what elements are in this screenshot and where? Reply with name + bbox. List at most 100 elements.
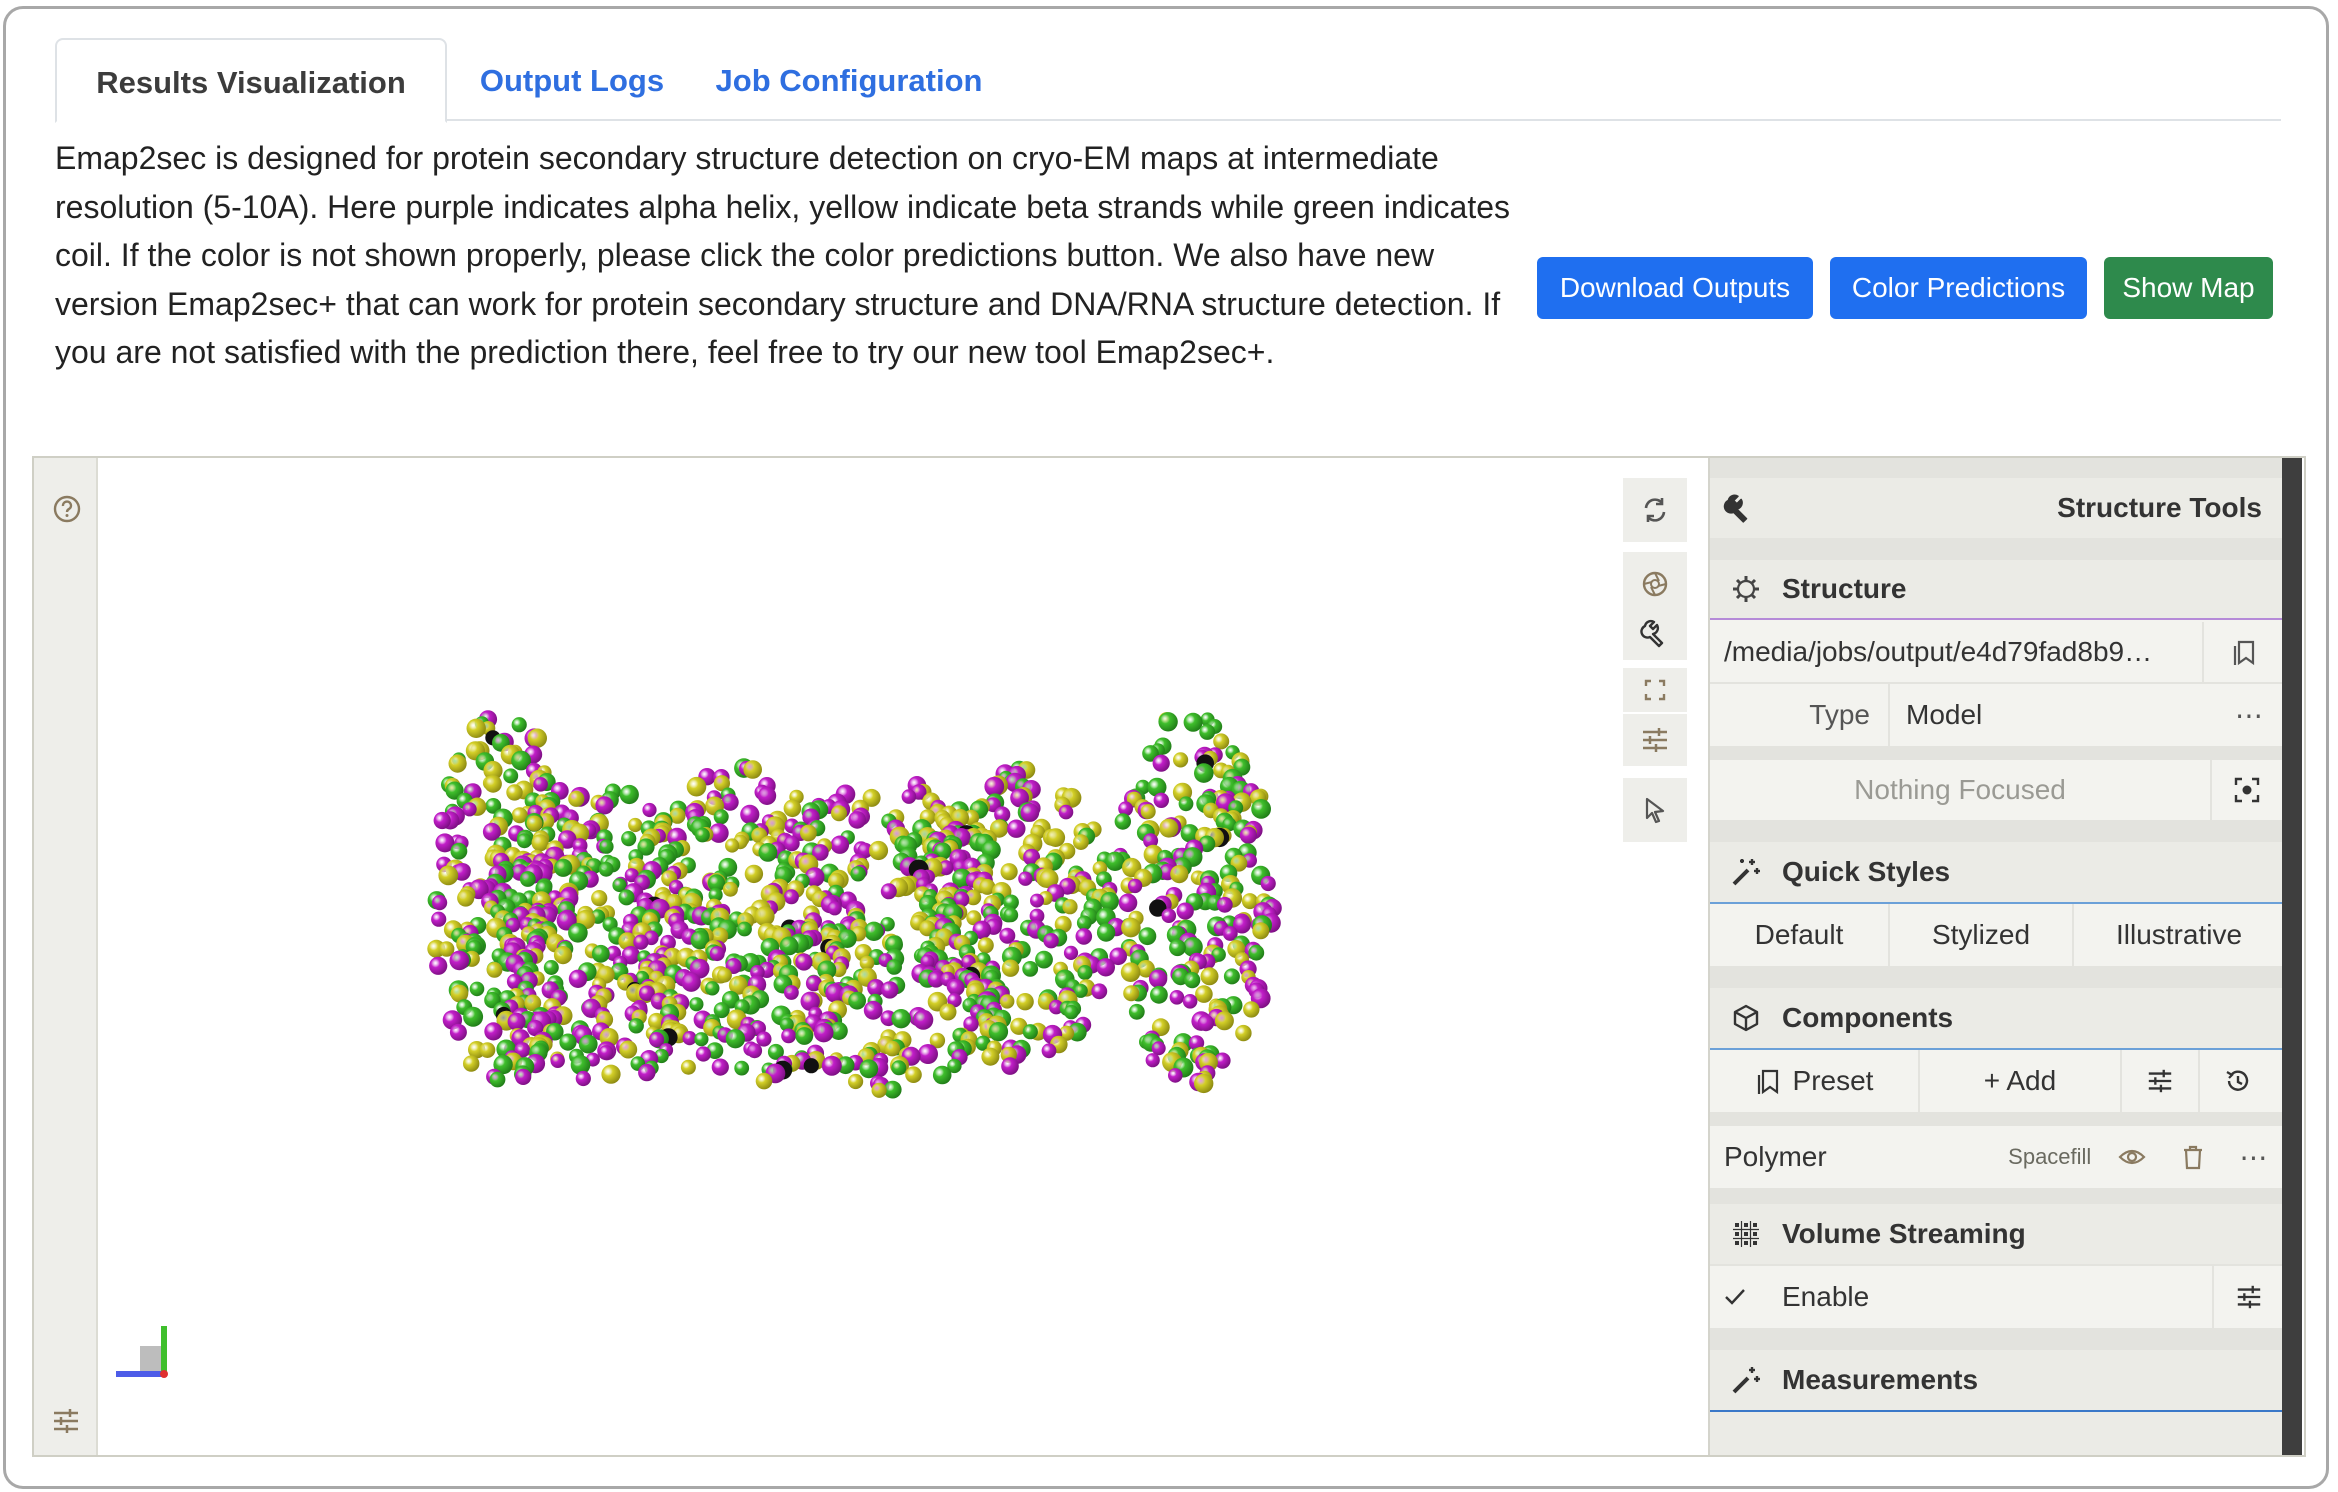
atom-sphere [863, 1000, 883, 1020]
atom-sphere [918, 1044, 938, 1064]
atom-sphere [1128, 1003, 1145, 1020]
atom-sphere [694, 1032, 709, 1047]
color-predictions-button[interactable]: Color Predictions [1830, 257, 2087, 319]
atom-sphere [1043, 933, 1059, 949]
more-options-icon[interactable]: ⋯ [2223, 1126, 2284, 1188]
atom-sphere [783, 835, 800, 852]
atom-sphere [433, 811, 451, 830]
atom-sphere [695, 1046, 712, 1062]
atom-sphere [1216, 896, 1233, 913]
atom-sphere [553, 946, 573, 965]
structure-path-text: /media/jobs/output/e4d79fad8b9… [1724, 636, 2153, 667]
structure-path-row[interactable]: /media/jobs/output/e4d79fad8b9… [1710, 622, 2284, 682]
atom-sphere [886, 959, 902, 975]
component-item-polymer[interactable]: Polymer Spacefill ⋯ [1710, 1126, 2284, 1188]
help-icon[interactable] [52, 494, 82, 524]
atom-sphere [575, 1070, 591, 1087]
more-options-icon[interactable]: ⋯ [2214, 684, 2284, 746]
focus-row: Nothing Focused [1710, 760, 2284, 820]
style-default-button[interactable]: Default [1710, 904, 1888, 966]
type-label: Type [1809, 699, 1870, 730]
magic-wand-icon [1732, 859, 1760, 886]
atom-sphere [628, 817, 643, 833]
bookmark-button[interactable] [2204, 621, 2284, 683]
atom-sphere [681, 972, 701, 992]
history-button[interactable] [2200, 1050, 2276, 1112]
components-header[interactable]: Components [1710, 988, 2284, 1050]
visibility-toggle[interactable] [2101, 1126, 2162, 1188]
delete-component-button[interactable] [2162, 1126, 2223, 1188]
fullscreen-button[interactable] [1623, 668, 1687, 712]
atom-sphere [618, 889, 635, 906]
atom-sphere [1183, 712, 1203, 732]
viewer-settings-button[interactable] [1623, 714, 1687, 766]
atom-sphere [868, 840, 889, 861]
preset-button[interactable]: Preset [1710, 1050, 1918, 1112]
orientation-axes-gizmo [116, 1326, 168, 1378]
atom-sphere [740, 804, 760, 824]
atom-sphere [830, 835, 850, 854]
atom-sphere [619, 784, 639, 805]
volume-settings-button[interactable] [2214, 1266, 2284, 1328]
volume-enable-label: Enable [1782, 1281, 1870, 1312]
atom-sphere [1001, 1057, 1019, 1075]
quick-styles-header[interactable]: Quick Styles [1710, 842, 2284, 904]
focus-target-button[interactable] [2212, 759, 2282, 821]
atom-sphere [848, 1073, 864, 1090]
atom-sphere [880, 883, 897, 900]
tools-toggle-button[interactable] [1623, 606, 1687, 660]
component-representation[interactable]: Spacefill [1970, 1144, 2102, 1170]
atom-sphere [932, 1065, 952, 1085]
atom-sphere [1252, 922, 1270, 940]
focus-target-icon [2234, 777, 2260, 803]
atom-sphere [1150, 985, 1168, 1004]
atom-sphere [543, 960, 559, 975]
panel-scrollbar[interactable] [2282, 458, 2302, 1455]
atom-sphere [449, 950, 470, 971]
selection-mode-button[interactable] [1623, 778, 1687, 842]
download-outputs-button[interactable]: Download Outputs [1537, 257, 1813, 319]
atom-sphere [1118, 893, 1138, 913]
atom-sphere [881, 981, 899, 999]
structure-section-header[interactable]: Structure [1710, 560, 2284, 620]
measurements-title: Measurements [1782, 1364, 1979, 1395]
atom-sphere [484, 775, 502, 793]
atom-sphere [1239, 826, 1257, 844]
tab-results-visualization[interactable]: Results Visualization [55, 38, 447, 123]
atom-sphere [506, 784, 523, 801]
atom-sphere [638, 1063, 656, 1082]
bookmark-icon [1757, 1069, 1778, 1095]
add-component-button[interactable]: + Add [1920, 1050, 2120, 1112]
volume-enable-row[interactable]: Enable [1710, 1266, 2284, 1328]
atom-sphere [744, 864, 764, 884]
atom-sphere [891, 1060, 907, 1076]
viewer-left-toolbar [34, 458, 98, 1455]
component-settings-button[interactable] [2122, 1050, 2198, 1112]
viewer-canvas[interactable] [98, 458, 1740, 1455]
atom-sphere [977, 937, 994, 954]
quick-styles-title: Quick Styles [1782, 856, 1951, 887]
atom-sphere [619, 1040, 638, 1059]
atom-sphere [800, 824, 817, 842]
settings-sliders-icon[interactable] [51, 1406, 81, 1436]
tab-output-logs[interactable]: Output Logs [447, 38, 697, 121]
atom-sphere [599, 839, 614, 854]
atom-sphere [743, 760, 762, 779]
volume-streaming-header[interactable]: Volume Streaming [1710, 1204, 2284, 1264]
wrench-icon [1723, 494, 1748, 523]
style-stylized-button[interactable]: Stylized [1890, 904, 2072, 966]
show-map-button[interactable]: Show Map [2104, 257, 2273, 319]
reset-camera-icon [1644, 498, 1666, 522]
measurements-header[interactable]: Measurements [1710, 1350, 2284, 1412]
molecule-3d-render[interactable] [98, 458, 1740, 1455]
type-value-select[interactable]: Model [1890, 699, 2214, 731]
tab-job-configuration[interactable]: Job Configuration [697, 38, 1001, 121]
atom-sphere [850, 866, 866, 882]
atom-sphere [1077, 965, 1093, 980]
reset-camera-button[interactable] [1623, 478, 1687, 542]
fullscreen-icon [1644, 679, 1666, 701]
atom-sphere [1001, 959, 1020, 977]
atom-sphere [1195, 985, 1213, 1003]
atom-sphere [591, 944, 610, 963]
style-illustrative-button[interactable]: Illustrative [2074, 904, 2284, 966]
